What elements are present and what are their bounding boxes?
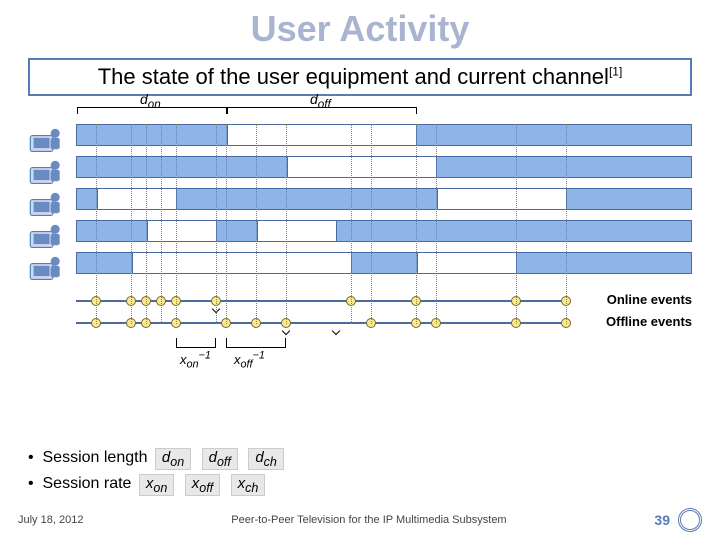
person-icon bbox=[28, 252, 62, 282]
offline-events-label: Offline events bbox=[606, 314, 692, 329]
online-events-label: Online events bbox=[607, 292, 692, 307]
person-icons bbox=[28, 124, 68, 284]
person-icon bbox=[28, 188, 62, 218]
math-doff: doff bbox=[202, 448, 238, 470]
track bbox=[76, 220, 692, 242]
footer: July 18, 2012 Peer-to-Peer Television fo… bbox=[0, 508, 720, 532]
person-icon bbox=[28, 156, 62, 186]
person-icon bbox=[28, 124, 62, 154]
math-don: don bbox=[155, 448, 191, 470]
track: dondoff bbox=[76, 124, 692, 146]
activity-diagram: dondoff Online events Offline events xon… bbox=[28, 104, 692, 324]
track bbox=[76, 156, 692, 178]
offline-events-row: Offline events bbox=[76, 314, 692, 330]
person-icon bbox=[28, 220, 62, 250]
math-xoff: xoff bbox=[185, 474, 220, 496]
track bbox=[76, 252, 692, 274]
page-title: User Activity bbox=[0, 0, 720, 54]
list-item: • Session length don doff dch bbox=[28, 448, 287, 470]
online-events-row: Online events bbox=[76, 292, 692, 308]
subtitle-text: The state of the user equipment and curr… bbox=[98, 64, 623, 89]
math-xon: xon bbox=[139, 474, 174, 496]
track bbox=[76, 188, 692, 210]
subtitle-box: The state of the user equipment and curr… bbox=[28, 58, 692, 96]
list-item: • Session rate xon xoff xch bbox=[28, 474, 287, 496]
bullet-list: • Session length don doff dch • Session … bbox=[28, 448, 287, 500]
footer-date: July 18, 2012 bbox=[18, 514, 83, 526]
logo-icon bbox=[678, 508, 702, 532]
math-xch: xch bbox=[231, 474, 266, 496]
footer-title: Peer-to-Peer Television for the IP Multi… bbox=[83, 514, 654, 526]
track-area: dondoff bbox=[76, 124, 692, 284]
math-dch: dch bbox=[248, 448, 284, 470]
footer-page: 39 bbox=[654, 512, 670, 528]
